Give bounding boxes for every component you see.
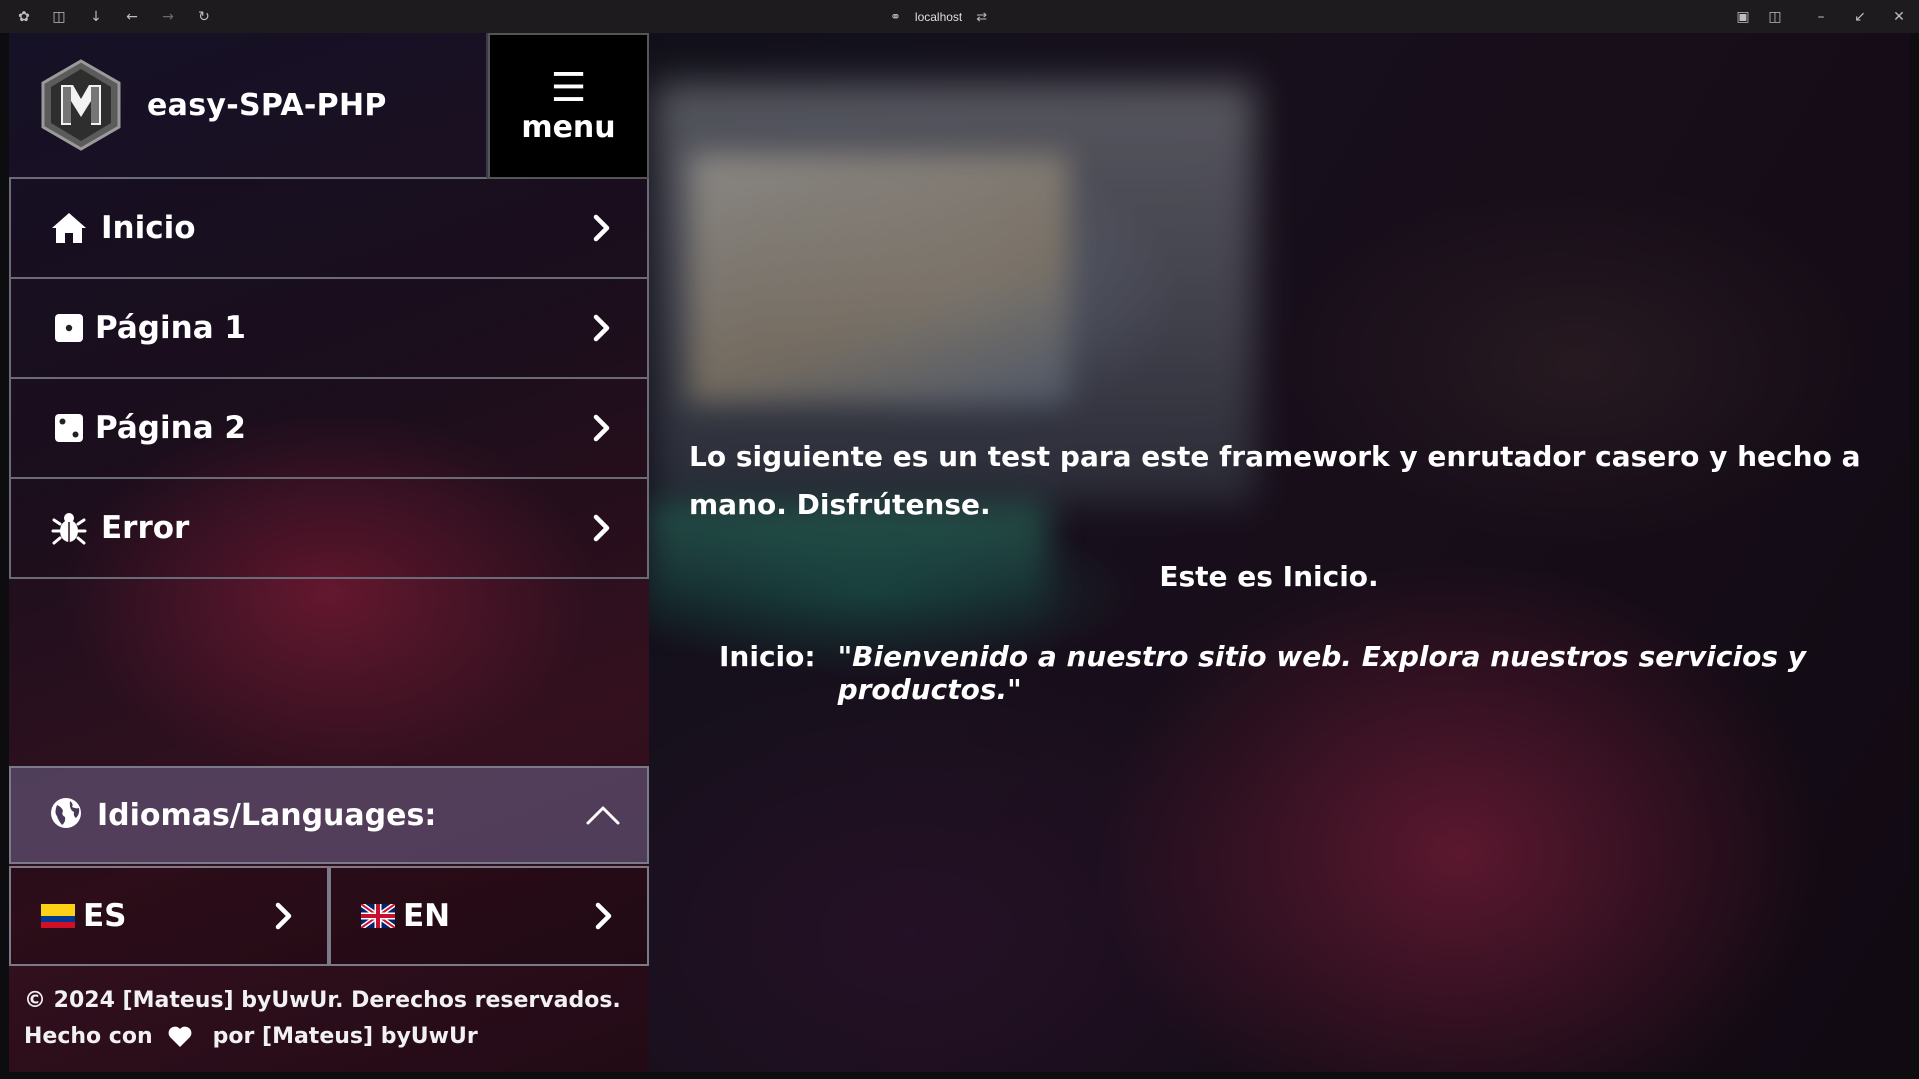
language-option-es[interactable]: ES [9, 866, 329, 966]
panel-icon[interactable]: ◫ [1765, 7, 1785, 27]
quote-text: "Bienvenido a nuestro sitio web. Explora… [837, 640, 1806, 706]
nav-item-label: Error [101, 510, 190, 546]
browser-toolbar: ✿ ◫ ↓ ← → ↻ ⚭ localhost ⇄ ▣ ◫ – ↙ ✕ [0, 0, 1919, 33]
language-toggle[interactable]: Idiomas/Languages: [9, 766, 649, 864]
restore-icon[interactable]: ↙ [1850, 7, 1870, 27]
split-view-icon[interactable]: ▣ [1733, 7, 1753, 27]
intro-text: Lo siguiente es un test para este framew… [689, 440, 1861, 521]
page-title: Este es Inicio. [1159, 560, 1379, 593]
chevron-right-icon [593, 414, 610, 442]
back-icon[interactable]: ← [122, 7, 142, 27]
download-icon[interactable]: ↓ [86, 7, 106, 27]
menu-button[interactable]: ☰ menu [488, 33, 649, 179]
globe-icon [49, 796, 83, 834]
heart-icon [168, 1026, 192, 1047]
sidebar-footer: © 2024 [Mateus] byUwUr. Derechos reserva… [24, 983, 644, 1055]
sidebar-toggle-icon[interactable]: ◫ [49, 7, 69, 27]
page-viewport: easy-SPA-PHP ☰ menu Inicio Página 1 Pági… [9, 33, 1910, 1072]
nav-item-label: Página 1 [95, 310, 246, 346]
site-settings-icon[interactable]: ⇄ [976, 9, 987, 25]
minimize-icon[interactable]: – [1811, 7, 1831, 27]
quote-label: Inicio: [719, 640, 816, 673]
nav-item-pagina-1[interactable]: Página 1 [9, 279, 649, 379]
logo-icon [39, 59, 123, 151]
brand[interactable]: easy-SPA-PHP [9, 33, 488, 179]
address-bar[interactable]: ⚭ localhost ⇄ [890, 8, 987, 26]
chevron-right-icon [593, 514, 610, 542]
hamburger-icon: ☰ [550, 64, 587, 111]
dice-two-icon [49, 408, 89, 448]
colombia-flag-icon [41, 904, 75, 928]
welcome-quote: Inicio: "Bienvenido a nuestro sitio web.… [719, 640, 1889, 706]
sidebar: easy-SPA-PHP ☰ menu Inicio Página 1 Pági… [9, 33, 649, 1072]
main-navigation: Inicio Página 1 Página 2 Error [9, 179, 649, 579]
reload-icon[interactable]: ↻ [194, 7, 214, 27]
chevron-right-icon [595, 902, 612, 930]
bug-icon [49, 508, 89, 548]
chevron-up-icon [586, 806, 620, 825]
browser-menu-icon[interactable]: ✿ [14, 7, 34, 27]
link-icon: ⚭ [890, 9, 901, 24]
language-option-label: ES [83, 898, 127, 934]
chevron-right-icon [275, 902, 292, 930]
menu-button-label: menu [521, 109, 616, 145]
main-content: Lo siguiente es un test para este framew… [649, 33, 1910, 1072]
brand-name: easy-SPA-PHP [147, 87, 387, 123]
nav-item-pagina-2[interactable]: Página 2 [9, 379, 649, 479]
chevron-right-icon [593, 314, 610, 342]
nav-item-error[interactable]: Error [9, 479, 649, 579]
nav-item-label: Inicio [101, 210, 196, 246]
language-option-en[interactable]: EN [329, 866, 649, 966]
language-toggle-label: Idiomas/Languages: [97, 797, 437, 833]
copyright-text: © 2024 [Mateus] byUwUr. Derechos reserva… [24, 988, 621, 1013]
language-options: ES EN [9, 866, 649, 966]
language-option-label: EN [403, 898, 451, 934]
nav-item-inicio[interactable]: Inicio [9, 179, 649, 279]
dice-one-icon [49, 308, 89, 348]
address-text: localhost [914, 10, 963, 24]
chevron-right-icon [593, 214, 610, 242]
made-with-text: Hecho con [24, 1024, 153, 1049]
forward-icon[interactable]: → [158, 7, 178, 27]
uk-flag-icon [361, 904, 395, 928]
home-icon [49, 208, 89, 248]
made-by-text: por [Mateus] byUwUr [212, 1024, 478, 1049]
close-window-icon[interactable]: ✕ [1889, 7, 1909, 27]
nav-item-label: Página 2 [95, 410, 246, 446]
